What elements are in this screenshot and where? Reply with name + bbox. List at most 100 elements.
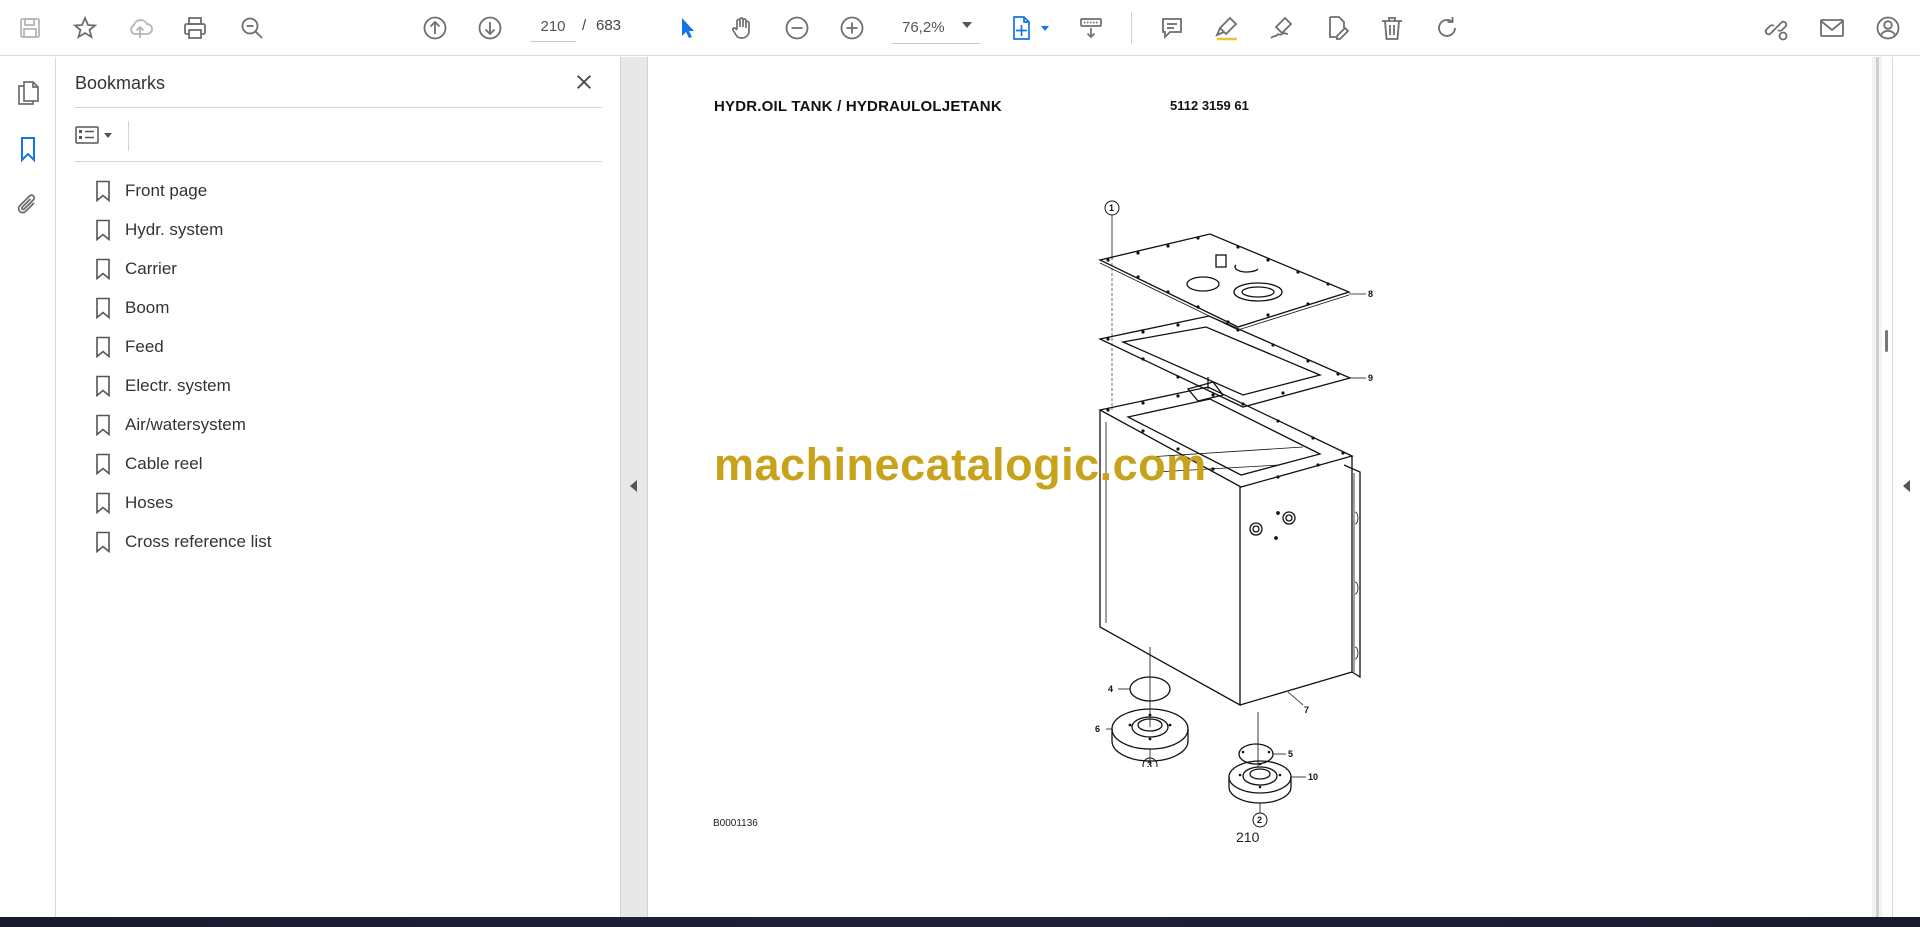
- bookmark-label: Feed: [125, 336, 164, 356]
- bookmark-icon: [96, 531, 110, 553]
- delete-icon[interactable]: [1372, 8, 1412, 48]
- hand-icon[interactable]: [722, 8, 762, 48]
- bookmark-item[interactable]: Carrier: [95, 249, 595, 288]
- plate-holes: [1106, 236, 1345, 754]
- toolbar: / 683 76,2%: [0, 0, 1920, 56]
- bookmark-item[interactable]: Front page: [95, 171, 595, 210]
- vertical-scrollbar-thumb[interactable]: [1885, 330, 1888, 352]
- bookmark-label: Air/watersystem: [125, 414, 246, 434]
- select-pointer-icon[interactable]: [667, 8, 707, 48]
- email-icon[interactable]: [1812, 8, 1852, 48]
- bookmark-label: Carrier: [125, 258, 177, 278]
- bookmark-item[interactable]: Cross reference list: [95, 522, 595, 561]
- bookmark-item[interactable]: Air/watersystem: [95, 405, 595, 444]
- scroll-mode-icon[interactable]: [1071, 8, 1111, 48]
- bookmark-icon: [96, 219, 110, 241]
- comment-icon[interactable]: [1152, 8, 1192, 48]
- zoom-out-icon[interactable]: [777, 8, 817, 48]
- callout-6: 6: [1095, 724, 1100, 734]
- bookmark-label: Cable reel: [125, 453, 203, 473]
- collapse-panel-icon[interactable]: [630, 480, 637, 492]
- panel-divider: [128, 121, 129, 151]
- bookmark-icon: [96, 414, 110, 436]
- bookmark-label: Hoses: [125, 492, 174, 512]
- callout-9: 9: [1368, 373, 1373, 383]
- bookmarks-title: Bookmarks: [75, 73, 166, 93]
- watermark-text: machinecatalogic.com: [714, 439, 1207, 490]
- cloud-upload-icon[interactable]: [120, 8, 160, 48]
- sign-icon[interactable]: [1262, 8, 1302, 48]
- highlight-pen-icon[interactable]: [1207, 8, 1247, 48]
- attachment-icon[interactable]: [8, 185, 48, 225]
- bookmark-icon: [96, 297, 110, 319]
- callout-7: 7: [1304, 705, 1309, 715]
- navigation-rail: [0, 57, 56, 917]
- bookmark-item[interactable]: Hydr. system: [95, 210, 595, 249]
- bookmark-icon[interactable]: [8, 129, 48, 169]
- drawing-code: B0001136: [713, 818, 758, 829]
- bookmarks-panel: Bookmarks Front page Hydr. system Carrier B…: [57, 57, 620, 917]
- chevron-down-icon[interactable]: [1041, 26, 1049, 31]
- bookmark-item[interactable]: Cable reel: [95, 444, 595, 483]
- pages-icon[interactable]: [8, 73, 48, 113]
- save-icon[interactable]: [10, 8, 50, 48]
- bookmark-label: Cross reference list: [125, 531, 272, 551]
- page-separator: /: [582, 17, 587, 34]
- edit-pdf-icon[interactable]: [1317, 8, 1357, 48]
- page-number-label: 210: [1236, 829, 1260, 845]
- bookmark-list: Front page Hydr. system Carrier Boom Feed Ele…: [95, 171, 595, 561]
- bookmark-label: Electr. system: [125, 375, 231, 395]
- callout-10: 10: [1308, 772, 1318, 782]
- rotate-icon[interactable]: [1427, 8, 1467, 48]
- right-pane-rail: [1892, 57, 1920, 917]
- page-number-input[interactable]: [530, 12, 576, 42]
- list-options-icon: [75, 126, 99, 144]
- bookmark-options-button[interactable]: [75, 119, 123, 151]
- share-link-icon[interactable]: [1756, 8, 1796, 48]
- zoom-level-select[interactable]: 76,2%: [892, 12, 980, 44]
- vertical-scrollbar-track[interactable]: [1876, 57, 1879, 917]
- chevron-down-icon[interactable]: [962, 22, 972, 28]
- panel-splitter[interactable]: [620, 57, 648, 917]
- bookmark-item[interactable]: Boom: [95, 288, 595, 327]
- user-icon[interactable]: [1868, 8, 1908, 48]
- zoom-in-icon[interactable]: [832, 8, 872, 48]
- close-icon[interactable]: [569, 67, 599, 97]
- bookmark-item[interactable]: Hoses: [95, 483, 595, 522]
- bookmark-label: Boom: [125, 297, 170, 317]
- callout-2: 2: [1257, 815, 1262, 825]
- print-icon[interactable]: [175, 8, 215, 48]
- bookmark-label: Front page: [125, 180, 208, 200]
- star-icon[interactable]: [65, 8, 105, 48]
- cover-plate: [1098, 233, 1351, 328]
- page-total: 683: [596, 17, 622, 34]
- taskbar-strip: [0, 917, 1920, 927]
- bookmark-label: Hydr. system: [125, 219, 224, 239]
- arrow-down-icon[interactable]: [470, 8, 510, 48]
- bookmark-icon: [96, 180, 110, 202]
- callout-4: 4: [1108, 684, 1113, 694]
- document-title: HYDR.OIL TANK / HYDRAULOLJETANK: [714, 98, 1002, 115]
- chevron-down-icon: [104, 132, 112, 138]
- panel-divider: [75, 161, 602, 162]
- arrow-up-icon[interactable]: [415, 8, 455, 48]
- callout-8: 8: [1368, 289, 1373, 299]
- bookmark-icon: [96, 453, 110, 475]
- fit-page-icon[interactable]: [1002, 8, 1042, 48]
- callout-1: 1: [1109, 203, 1114, 213]
- part-number: 5112 3159 61: [1170, 98, 1249, 113]
- document-viewport[interactable]: HYDR.OIL TANK / HYDRAULOLJETANK 5112 315…: [648, 57, 1872, 917]
- bookmark-item[interactable]: Electr. system: [95, 366, 595, 405]
- bookmark-icon: [96, 492, 110, 514]
- bookmark-icon: [96, 375, 110, 397]
- gasket: [1097, 315, 1352, 408]
- bookmark-icon: [96, 258, 110, 280]
- expand-right-pane-icon[interactable]: [1903, 480, 1910, 492]
- bookmark-item[interactable]: Feed: [95, 327, 595, 366]
- zoom-search-icon[interactable]: [232, 8, 272, 48]
- pdf-page: HYDR.OIL TANK / HYDRAULOLJETANK 5112 315…: [648, 57, 1872, 917]
- bookmark-icon: [96, 336, 110, 358]
- drain-assembly-lower: 10 2: [1228, 760, 1318, 828]
- toolbar-separator: [1131, 12, 1132, 44]
- callout-3: 3: [1147, 760, 1152, 767]
